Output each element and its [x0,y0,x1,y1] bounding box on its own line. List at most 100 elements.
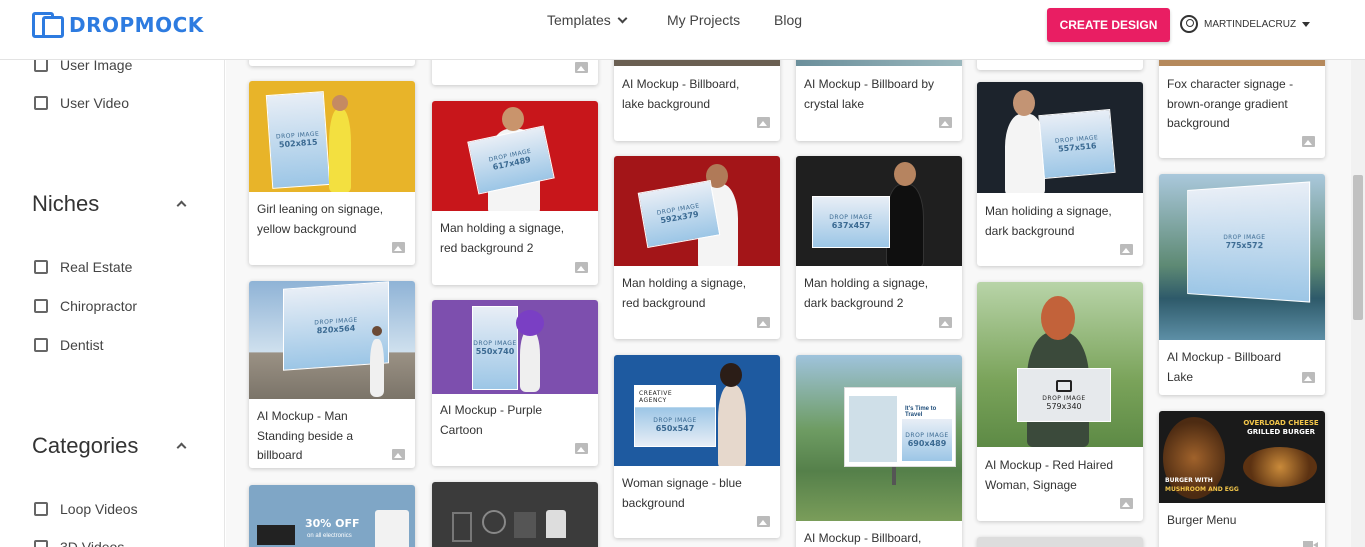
template-card[interactable]: DROP IMAGE 775x572 AI Mockup - Billboard… [1159,174,1325,395]
template-thumbnail: DROP IMAGE 775x572 [1159,174,1325,340]
nav-my-projects[interactable]: My Projects [667,12,740,28]
template-thumbnail: OVERLOAD CHEESE GRILLED BURGER BURGER WI… [1159,411,1325,503]
filter-user-video[interactable]: User Video [34,95,129,111]
create-design-button[interactable]: CREATE DESIGN [1047,8,1170,42]
dropmock-logo[interactable]: DROPMOCK [30,10,204,40]
template-card[interactable]: DROP IMAGE 637x457 Man holding a signage… [796,156,962,339]
nav-blog[interactable]: Blog [774,12,802,28]
template-card[interactable] [432,482,598,547]
image-icon [757,516,770,527]
template-thumbnail [796,60,962,66]
filter-chiropractor[interactable]: Chiropractor [34,298,137,314]
checkbox[interactable] [34,299,48,313]
agency-label: CREATIVE [639,390,673,397]
chevron-up-icon[interactable] [176,442,187,453]
image-icon [392,449,405,460]
product-graphic [482,510,506,534]
board-size: 650x547 [655,424,695,433]
account-icon [1180,15,1198,33]
board-size: 637x457 [831,221,871,230]
template-thumbnail: DROP IMAGE 592x379 [614,156,780,266]
template-thumbnail: 30% OFF on all electronics [249,485,415,547]
template-card[interactable]: DROP IMAGE 617x489 Man holding a signage… [432,101,598,285]
template-card[interactable]: DROP IMAGE 820x564 AI Mockup - Man Stand… [249,281,415,468]
filter-loop-videos[interactable]: Loop Videos [34,501,138,517]
drop-image-board: DROP IMAGE 617x489 [467,125,555,195]
template-thumbnail: DROP IMAGE 550x740 [432,300,598,394]
template-thumbnail: It's Time to Travel DROP IMAGE 690x489 [796,355,962,521]
template-thumbnail: DROP IMAGE 579x340 [977,282,1143,447]
template-card[interactable]: DROP IMAGE 550x740 AI Mockup - Purple Ca… [432,300,598,466]
username: MARTINDELACRUZ [1204,18,1297,30]
filter-label: User Video [60,95,130,111]
image-icon [939,317,952,328]
template-card[interactable] [977,537,1143,547]
checkbox[interactable] [34,338,48,352]
person [520,330,540,392]
template-card[interactable] [249,60,415,66]
template-card[interactable]: DROP IMAGE 557x516 Man holiding a signag… [977,82,1143,266]
template-title: Man holiding a signage, dark background [985,204,1112,238]
burger-title: GRILLED BURGER [1246,428,1316,436]
drop-image-board: DROP IMAGE 557x516 [1038,108,1116,180]
template-title: Burger Menu [1167,513,1237,527]
template-thumbnail [614,60,780,66]
person-head [1041,296,1075,340]
logo-text: DROPMOCK [69,13,204,37]
template-card[interactable]: AI Mockup - Billboard, lake background [614,60,780,141]
checkbox[interactable] [34,540,48,547]
drop-image-board: DROP IMAGE 775x572 [1187,181,1311,303]
niches-heading: Niches [32,191,100,216]
template-card[interactable]: It's Time to Travel DROP IMAGE 690x489 A… [796,355,962,547]
burger-caption: MUSHROOM AND EGG [1165,486,1239,493]
template-title: Man holding a signage, red background 2 [440,221,565,255]
image-icon [1056,379,1072,392]
filter-real-estate[interactable]: Real Estate [34,259,132,275]
template-card[interactable] [977,60,1143,70]
template-title: AI Mockup - Billboard, [804,531,922,545]
board-size: 550x740 [475,347,515,356]
product-graphic [514,512,536,538]
image-icon [1120,498,1133,509]
user-menu[interactable]: MARTINDELACRUZ [1180,15,1311,33]
template-card[interactable]: DROP IMAGE 579x340 AI Mockup - Red Haire… [977,282,1143,521]
template-card[interactable]: Fox character signage - brown-orange gra… [1159,60,1325,158]
drop-image-board: CREATIVE AGENCY DROP IMAGE 650x547 [634,385,716,447]
image-icon [575,262,588,273]
sale-subline: on all electronics [307,533,352,539]
template-card[interactable]: CREATIVE AGENCY DROP IMAGE 650x547 Woman… [614,355,780,538]
top-header: DROPMOCK Templates My Projects Blog CREA… [0,0,1365,60]
drop-image-board: DROP IMAGE 579x340 [1017,368,1111,422]
sale-headline: 30% OFF [305,517,360,530]
board-size: 557x516 [1057,141,1097,154]
checkbox[interactable] [34,260,48,274]
template-grid: DROP IMAGE 502x815 Girl leaning on signa… [226,60,1351,547]
template-card[interactable]: 30% OFF on all electronics [249,485,415,547]
drop-image-board: DROP IMAGE 637x457 [812,196,890,248]
nav-templates[interactable]: Templates [547,12,628,28]
template-thumbnail: DROP IMAGE 637x457 [796,156,962,266]
checkbox[interactable] [34,502,48,516]
template-card[interactable]: DROP IMAGE 502x815 Girl leaning on signa… [249,81,415,265]
image-icon [575,62,588,73]
drop-image-board: DROP IMAGE 690x489 [901,418,953,462]
template-title: AI Mockup - Red Haired Woman, Signage [985,458,1114,492]
template-title: AI Mockup - Billboard by crystal lake [804,77,935,111]
board-size: 502x815 [278,137,318,150]
laptop-graphic [257,525,295,545]
template-card[interactable]: AI Mockup - Billboard by crystal lake [796,60,962,141]
chevron-up-icon[interactable] [176,200,187,211]
checkbox[interactable] [34,60,48,72]
page-scrollbar-thumb[interactable] [1353,175,1363,320]
filter-dentist[interactable]: Dentist [34,337,104,353]
filter-3d-videos[interactable]: 3D Videos [34,539,124,547]
drop-image-board: DROP IMAGE 550x740 [472,306,518,390]
template-card[interactable] [432,60,598,85]
template-card[interactable]: DROP IMAGE 592x379 Man holding a signage… [614,156,780,339]
checkbox[interactable] [34,96,48,110]
template-card[interactable]: OVERLOAD CHEESE GRILLED BURGER BURGER WI… [1159,411,1325,547]
filter-user-image[interactable]: User Image [34,60,132,73]
person [886,184,924,266]
template-thumbnail: DROP IMAGE 557x516 [977,82,1143,193]
image-icon [757,317,770,328]
